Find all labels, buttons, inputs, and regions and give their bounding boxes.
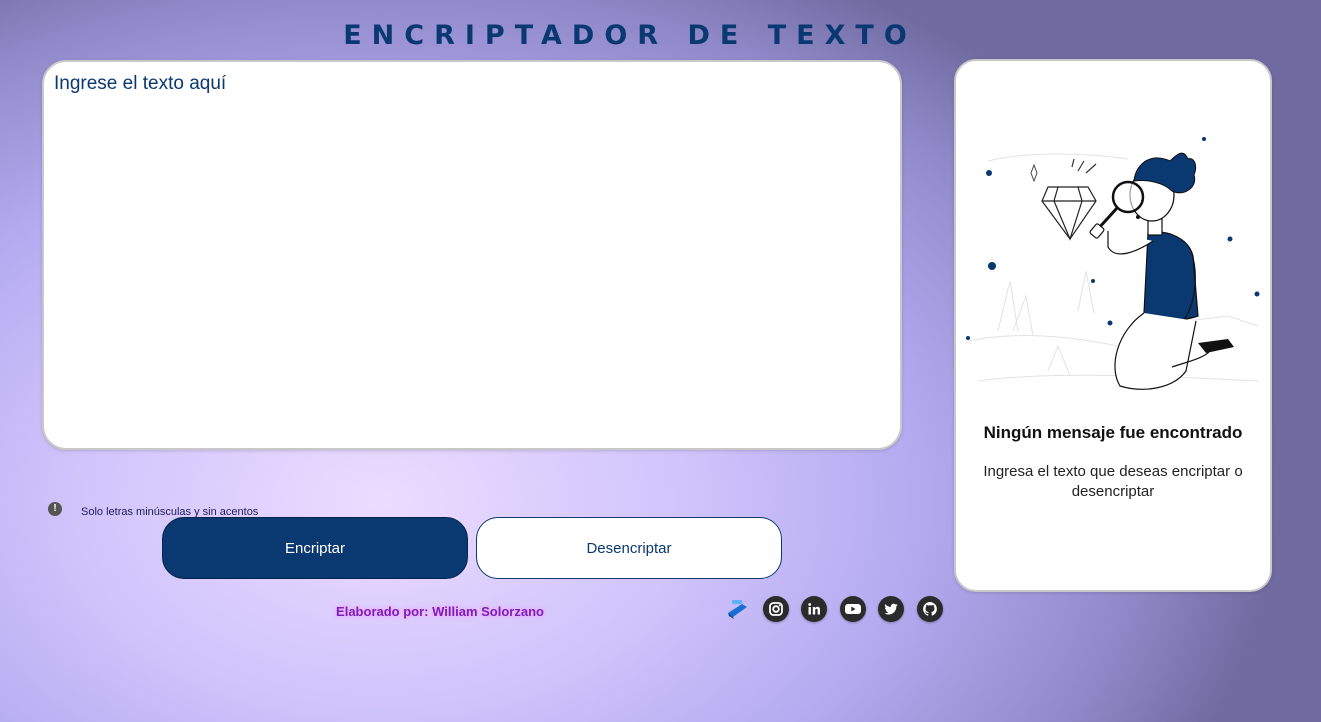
- info-icon: !: [48, 502, 62, 516]
- output-panel: Ningún mensaje fue encontrado Ingresa el…: [954, 59, 1272, 592]
- social-links: [724, 596, 955, 622]
- empty-state-title: Ningún mensaje fue encontrado: [983, 423, 1243, 442]
- github-icon[interactable]: [916, 596, 943, 622]
- youtube-icon[interactable]: [839, 596, 866, 622]
- empty-state-description: Ingresa el texto que deseas encriptar o …: [983, 463, 1243, 500]
- searching-person-illustration: [966, 137, 1260, 390]
- hint: ! Solo letras minúsculas y sin acentos: [48, 502, 258, 518]
- page-title: ENCRIPTADOR DE TEXTO: [343, 20, 917, 51]
- text-input[interactable]: [42, 60, 902, 450]
- encrypt-button[interactable]: Encriptar: [162, 517, 468, 579]
- instagram-icon[interactable]: [762, 596, 789, 622]
- decrypt-button[interactable]: Desencriptar: [476, 517, 782, 579]
- credit-text: Elaborado por: William Solorzano: [336, 604, 544, 619]
- twitter-icon[interactable]: [878, 596, 904, 622]
- alura-icon[interactable]: [724, 596, 750, 622]
- linkedin-icon[interactable]: [801, 596, 827, 622]
